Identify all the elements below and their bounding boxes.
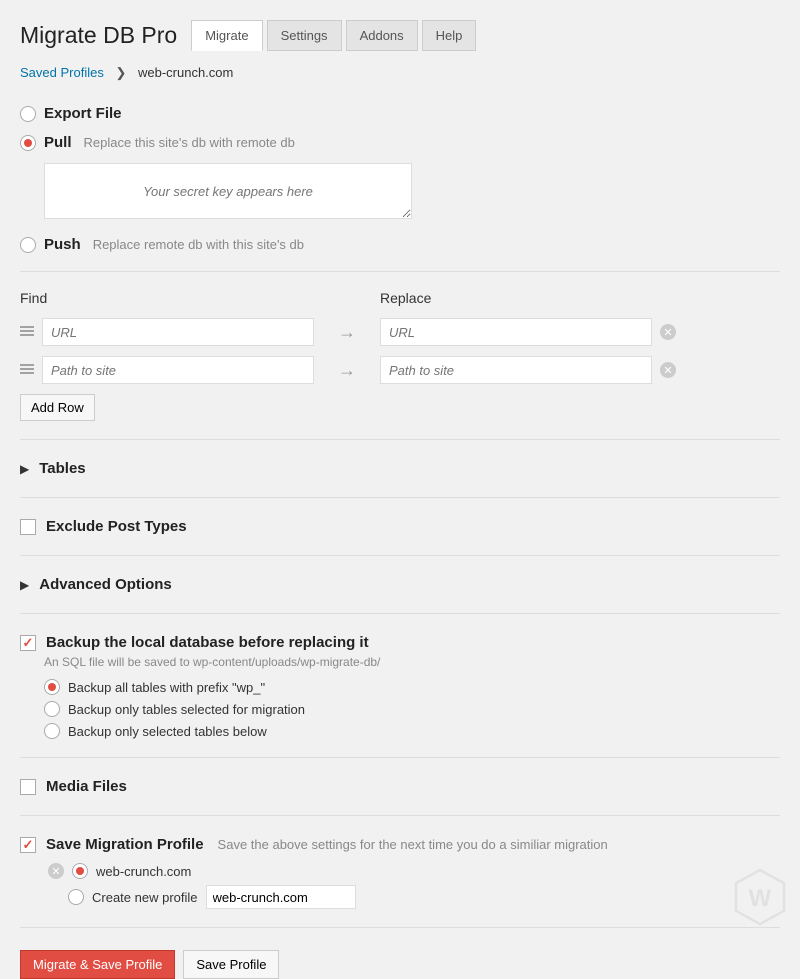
section-backup[interactable]: Backup the local database before replaci… [20,632,780,653]
page-title: Migrate DB Pro [20,22,177,49]
tab-help[interactable]: Help [422,20,477,51]
replace-input[interactable] [380,356,652,384]
save-profile-button[interactable]: Save Profile [183,950,279,979]
tables-label: Tables [39,460,85,477]
tabs: Migrate Settings Addons Help [191,20,476,51]
radio-push[interactable] [20,237,36,253]
chevron-right-icon: ❯ [115,65,126,80]
find-input[interactable] [42,318,314,346]
delete-row-icon[interactable]: ✕ [660,324,676,340]
watermark-icon: W [730,867,790,930]
arrow-right-icon: → [322,360,372,381]
pull-desc: Replace this site's db with remote db [84,135,295,150]
delete-row-icon[interactable]: ✕ [660,362,676,378]
export-label: Export File [44,105,122,122]
checkbox-save-profile[interactable] [20,837,36,853]
svg-text:W: W [749,885,772,912]
radio-create-new-profile[interactable] [68,889,84,905]
section-exclude-post-types[interactable]: Exclude Post Types [20,516,780,537]
find-input[interactable] [42,356,314,384]
radio-backup-selected-below[interactable] [44,723,60,739]
find-replace-row: → ✕ [20,356,780,384]
triangle-right-icon: ▶ [20,462,29,476]
existing-profile-label: web-crunch.com [96,864,191,879]
checkbox-backup[interactable] [20,635,36,651]
radio-existing-profile[interactable] [72,863,88,879]
radio-backup-all[interactable] [44,679,60,695]
backup-selected-below-label: Backup only selected tables below [68,724,267,739]
replace-header: Replace [380,290,431,306]
section-advanced-options[interactable]: ▶ Advanced Options [20,574,780,595]
saved-profiles-link[interactable]: Saved Profiles [20,65,104,80]
backup-label: Backup the local database before replaci… [46,634,369,651]
exclude-post-types-label: Exclude Post Types [46,518,187,535]
breadcrumb-current: web-crunch.com [138,65,233,80]
new-profile-name-input[interactable] [206,885,356,909]
media-files-label: Media Files [46,778,127,795]
breadcrumb: Saved Profiles ❯ web-crunch.com [20,65,780,81]
replace-input[interactable] [380,318,652,346]
delete-profile-icon[interactable]: ✕ [48,863,64,879]
backup-selected-migration-label: Backup only tables selected for migratio… [68,702,305,717]
tab-settings[interactable]: Settings [267,20,342,51]
drag-handle-icon[interactable] [20,324,34,341]
save-profile-label: Save Migration Profile [46,836,204,853]
radio-backup-selected-migration[interactable] [44,701,60,717]
pull-label: Pull [44,134,72,151]
tab-migrate[interactable]: Migrate [191,20,262,51]
section-media-files[interactable]: Media Files [20,776,780,797]
triangle-right-icon: ▶ [20,578,29,592]
arrow-right-icon: → [322,322,372,343]
backup-desc: An SQL file will be saved to wp-content/… [44,655,780,669]
section-tables[interactable]: ▶ Tables [20,458,780,479]
section-save-profile[interactable]: Save Migration Profile Save the above se… [20,834,780,855]
create-new-profile-label: Create new profile [92,890,198,905]
push-desc: Replace remote db with this site's db [93,237,304,252]
checkbox-exclude-post-types[interactable] [20,519,36,535]
tab-addons[interactable]: Addons [346,20,418,51]
find-header: Find [20,290,380,306]
radio-pull[interactable] [20,135,36,151]
drag-handle-icon[interactable] [20,362,34,379]
push-label: Push [44,236,81,253]
migrate-save-button[interactable]: Migrate & Save Profile [20,950,175,979]
save-profile-desc: Save the above settings for the next tim… [218,837,608,852]
advanced-options-label: Advanced Options [39,576,172,593]
add-row-button[interactable]: Add Row [20,394,95,421]
secret-key-input[interactable] [44,163,412,219]
backup-all-label: Backup all tables with prefix "wp_" [68,680,265,695]
radio-export[interactable] [20,106,36,122]
checkbox-media-files[interactable] [20,779,36,795]
find-replace-row: → ✕ [20,318,780,346]
